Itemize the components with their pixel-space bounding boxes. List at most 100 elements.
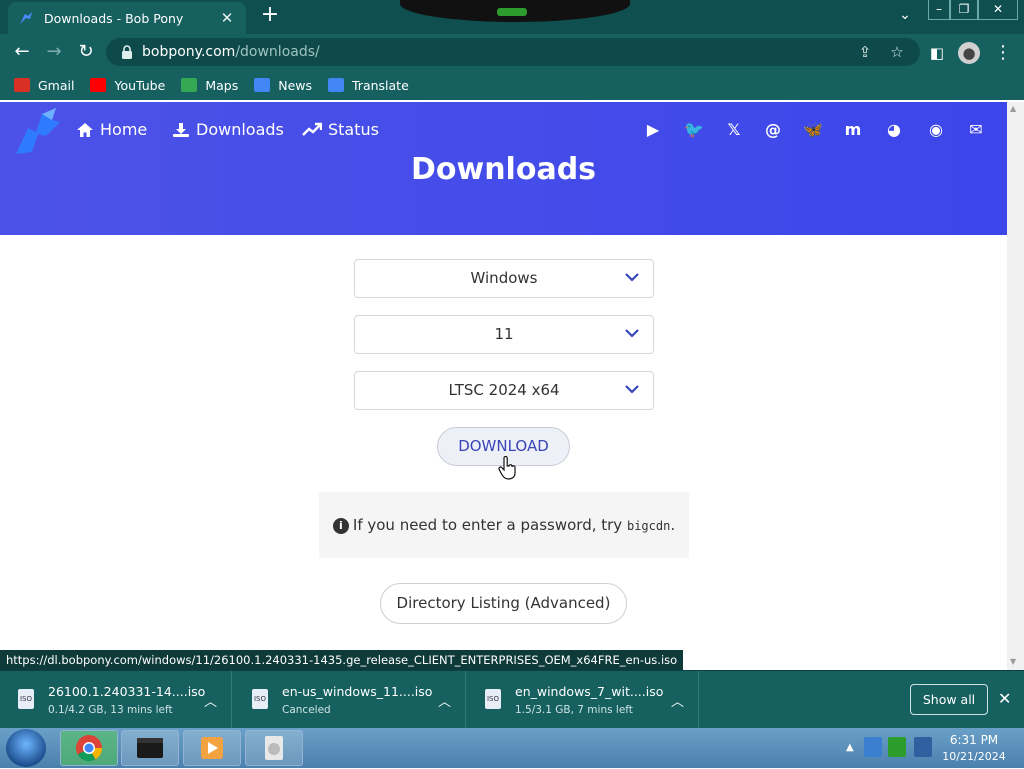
info-end: . [670,516,676,534]
url-text: bobpony.com/downloads/ [142,44,320,60]
new-tab-button[interactable]: + [258,4,282,28]
taskbar-disc-tool[interactable] [245,730,303,766]
chevron-down-icon [625,385,639,394]
forward-icon[interactable]: → [42,40,66,64]
taskbar-chrome[interactable] [60,730,118,766]
download-item[interactable]: ISO en-us_windows_11....iso Canceled ︿ [234,671,466,729]
close-window-button[interactable]: ✕ [978,0,1018,20]
bookmark-youtube[interactable]: YouTube [90,78,165,93]
link-status-bar: https://dl.bobpony.com/windows/11/26100.… [0,650,684,670]
download-item[interactable]: ISO en_windows_7_wit....iso 1.5/3.1 GB, … [467,671,699,729]
directory-listing-button[interactable]: Directory Listing (Advanced) [380,583,627,624]
chrome-icon [76,735,103,762]
trend-icon [302,122,322,136]
taskbar-explorer[interactable] [121,730,179,766]
media-player-icon [201,737,223,759]
tab-close-icon[interactable]: ✕ [218,9,236,27]
address-bar[interactable]: bobpony.com/downloads/ ⇪ ☆ [106,38,920,66]
info-password-code: bigcdn [626,519,671,533]
bookmark-star-icon[interactable]: ☆ [888,43,906,61]
translate-icon [328,78,344,92]
bookmark-maps[interactable]: Maps [181,78,238,93]
iso-file-icon: ISO [485,689,501,709]
url-host: bobpony.com [142,44,236,60]
maps-icon [181,78,198,92]
back-icon[interactable]: ← [10,40,34,64]
youtube-icon[interactable]: ▶ [642,119,664,141]
password-info-box: i If you need to enter a password, try bi… [319,492,689,558]
page-scrollbar[interactable] [1007,102,1024,670]
version-select-value: 11 [494,325,514,343]
network-icon[interactable] [864,737,882,757]
browser-menu-icon[interactable]: ⋮ [992,42,1014,64]
download-shelf: ISO 26100.1.240331-14....iso 0.1/4.2 GB,… [0,670,1024,729]
discord-icon[interactable]: ◕ [883,119,905,141]
version-select[interactable]: 11 [354,315,654,354]
browser-toolbar: ← → ↻ bobpony.com/downloads/ ⇪ ☆ ◧ ● ⋮ [0,34,1024,70]
bobpony-logo-icon[interactable] [12,106,64,156]
news-icon [254,78,271,92]
tray-expand-icon[interactable]: ▲ [846,742,854,753]
download-status: Canceled [282,704,331,716]
hand-cursor-icon [498,456,516,480]
bookmark-label: News [278,77,312,93]
gmail-icon [14,78,30,92]
clock-time[interactable]: 6:31 PM [946,733,1002,747]
nav-home[interactable]: Home [76,120,147,139]
tab-search-icon[interactable]: ⌄ [893,6,917,26]
bookmark-label: YouTube [114,77,166,93]
bookmark-label: Gmail [38,77,75,93]
taskbar: ▲ 6:31 PM 10/21/2024 [0,728,1024,768]
volume-icon[interactable] [914,737,932,757]
close-icon[interactable]: ✕ [998,689,1011,708]
nav-downloads-label: Downloads [196,120,284,139]
iso-file-icon: ISO [252,689,268,709]
side-panel-icon[interactable]: ◧ [926,42,948,64]
nav-status[interactable]: Status [302,120,379,139]
github-icon[interactable]: ◉ [925,119,947,141]
chevron-up-icon[interactable]: ︿ [438,691,451,710]
bookmark-label: Translate [352,77,409,93]
reload-icon[interactable]: ↻ [74,40,98,64]
profile-avatar-icon[interactable]: ● [958,42,980,64]
maximize-button[interactable]: ❐ [950,0,978,20]
share-icon[interactable]: ⇪ [856,43,874,61]
bookmark-news[interactable]: News [254,78,312,93]
tab-strip: Downloads - Bob Pony ✕ + ⌄ – ❐ ✕ [0,0,1024,34]
download-status: 1.5/3.1 GB, 7 mins left [515,704,633,716]
tab-active[interactable]: Downloads - Bob Pony ✕ [8,2,246,34]
disc-icon [265,736,283,760]
download-item[interactable]: ISO 26100.1.240331-14....iso 0.1/4.2 GB,… [0,671,232,729]
taskbar-media-player[interactable] [183,730,241,766]
mastodon-icon[interactable]: m [842,119,864,141]
os-select[interactable]: Windows [354,259,654,298]
twitter-icon[interactable]: 🐦 [683,119,705,141]
bookmarks-bar: Gmail YouTube Maps News Translate [0,70,1024,100]
show-all-button[interactable]: Show all [910,684,988,715]
bluesky-icon[interactable]: 🦋 [802,119,824,141]
download-filename: en-us_windows_11....iso [282,684,433,699]
download-icon [173,122,189,137]
scroll-up-icon[interactable]: ▲ [1010,104,1016,113]
minimize-button[interactable]: – [928,0,950,20]
bookmark-gmail[interactable]: Gmail [14,78,74,93]
info-icon: i [332,518,349,534]
edition-select-value: LTSC 2024 x64 [448,381,560,399]
threads-icon[interactable]: @ [762,119,784,141]
start-button[interactable] [6,729,46,767]
info-text: If you need to enter a password, try [352,516,623,534]
clock-date[interactable]: 10/21/2024 [940,750,1008,763]
battery-icon[interactable] [888,737,906,757]
web-page: Home Downloads Status ▶ 🐦 𝕏 @ 🦋 m ◕ ◉ ✉ … [0,102,1007,670]
email-icon[interactable]: ✉ [965,119,987,141]
x-icon[interactable]: 𝕏 [723,119,745,141]
chevron-up-icon[interactable]: ︿ [204,691,217,710]
page-title: Downloads [410,152,597,187]
edition-select[interactable]: LTSC 2024 x64 [354,371,654,410]
bookmark-translate[interactable]: Translate [328,78,409,93]
nav-downloads[interactable]: Downloads [172,120,284,139]
download-filename: en_windows_7_wit....iso [515,684,664,699]
folder-icon [137,738,163,758]
scroll-down-icon[interactable]: ▼ [1010,657,1016,666]
chevron-up-icon[interactable]: ︿ [671,691,684,710]
